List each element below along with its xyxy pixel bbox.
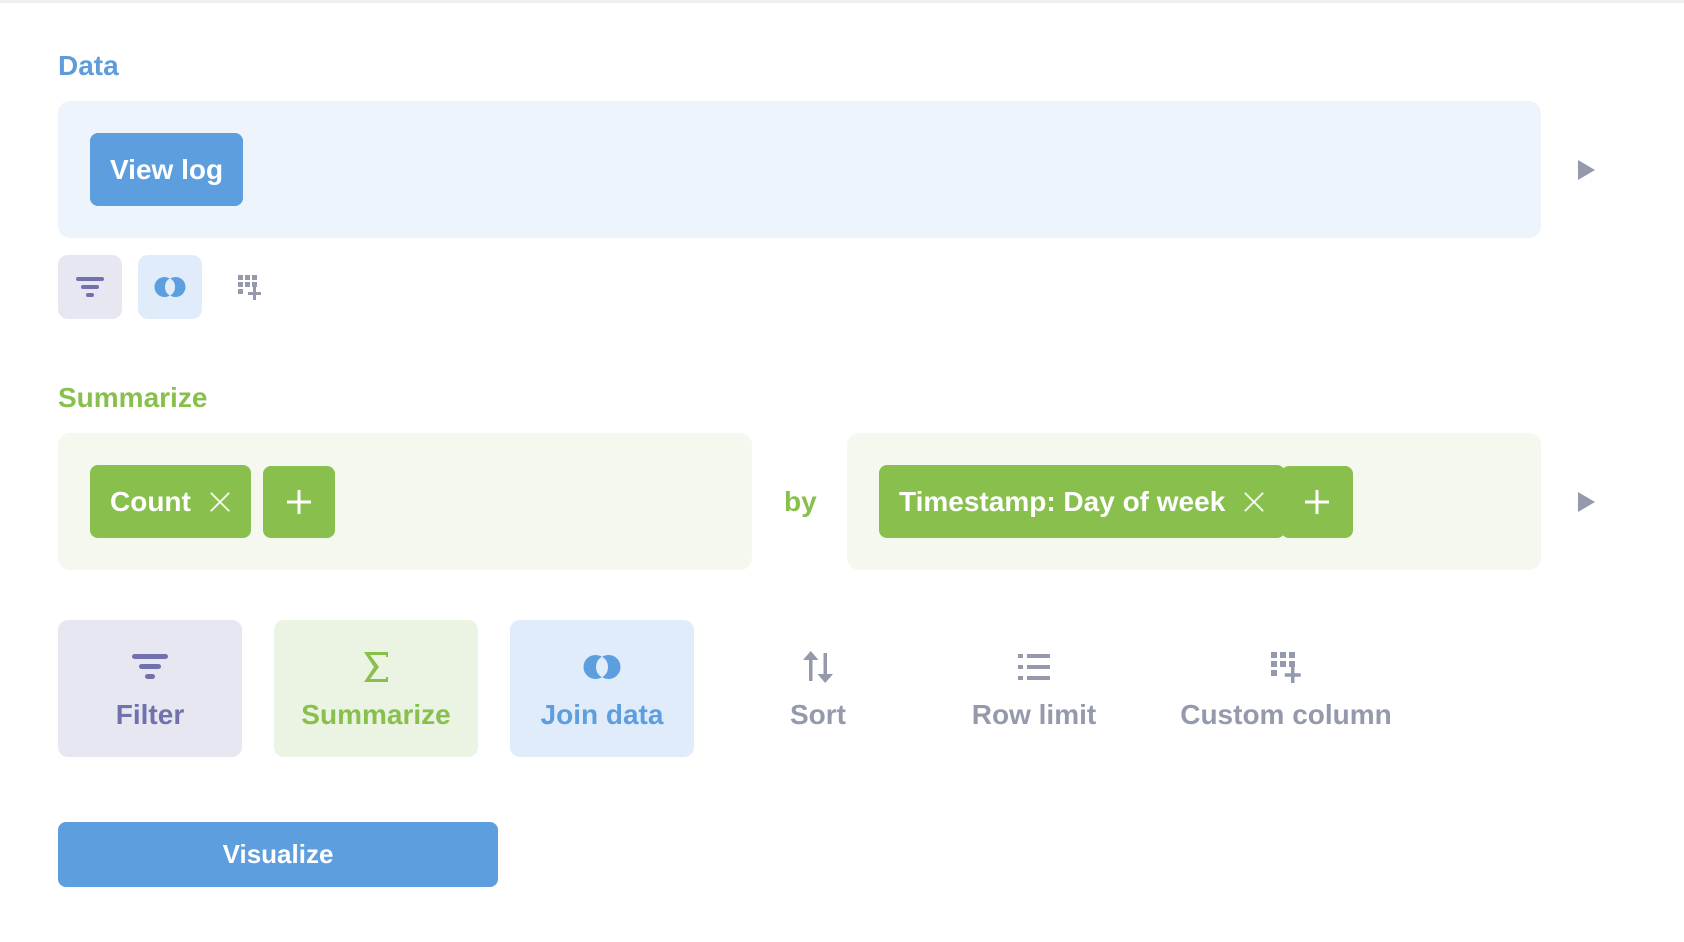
sort-step-button[interactable]: Sort bbox=[752, 620, 884, 757]
count-metric-pill[interactable]: Count bbox=[90, 465, 251, 538]
plus-icon bbox=[287, 490, 311, 514]
metrics-panel: Count bbox=[58, 433, 752, 570]
visualize-label: Visualize bbox=[222, 839, 334, 869]
filter-step-label: Filter bbox=[115, 698, 185, 730]
filter-step-button[interactable]: Filter bbox=[58, 620, 242, 757]
custom-column-step-label: Custom column bbox=[1180, 698, 1392, 730]
summarize-step-label: Summarize bbox=[301, 698, 451, 730]
summarize-step-button[interactable]: Summarize bbox=[274, 620, 478, 757]
join-icon bbox=[583, 654, 621, 679]
add-metric-button[interactable] bbox=[263, 466, 335, 538]
by-label: by bbox=[784, 486, 817, 517]
row-limit-step-label: Row limit bbox=[971, 698, 1097, 730]
breakout-label: Timestamp: Day of week bbox=[899, 485, 1226, 517]
breakout-panel: Timestamp: Day of week bbox=[847, 433, 1541, 570]
plus-icon bbox=[1305, 490, 1329, 514]
custom-column-icon bbox=[238, 275, 261, 300]
data-section-title: Data bbox=[58, 50, 119, 81]
join-step-label: Join data bbox=[540, 698, 664, 730]
preview-summarize-icon[interactable] bbox=[1578, 492, 1595, 512]
add-filter-mini-button[interactable] bbox=[58, 255, 122, 319]
visualize-button[interactable]: Visualize bbox=[58, 822, 498, 887]
breakout-pill[interactable]: Timestamp: Day of week bbox=[879, 465, 1286, 538]
sort-icon bbox=[803, 650, 833, 683]
row-limit-step-button[interactable]: Row limit bbox=[954, 620, 1114, 757]
add-breakout-button[interactable] bbox=[1281, 466, 1353, 538]
data-source-label: View log bbox=[110, 153, 224, 185]
sort-step-label: Sort bbox=[790, 698, 846, 730]
remove-breakout-icon[interactable] bbox=[1243, 491, 1265, 513]
count-metric-label: Count bbox=[110, 485, 191, 517]
join-data-mini-button[interactable] bbox=[138, 255, 202, 319]
join-step-button[interactable]: Join data bbox=[510, 620, 694, 757]
remove-metric-icon[interactable] bbox=[209, 491, 231, 513]
top-divider bbox=[0, 0, 1684, 3]
preview-data-icon[interactable] bbox=[1578, 160, 1595, 180]
filter-icon bbox=[132, 653, 168, 679]
custom-column-step-button[interactable]: Custom column bbox=[1176, 620, 1396, 757]
summarize-section-title: Summarize bbox=[58, 382, 208, 413]
custom-column-icon bbox=[1271, 651, 1301, 683]
join-icon bbox=[154, 277, 186, 297]
filter-icon bbox=[76, 277, 104, 297]
sigma-icon bbox=[364, 651, 388, 682]
custom-column-mini-button[interactable] bbox=[218, 255, 282, 319]
data-source-button[interactable]: View log bbox=[90, 133, 244, 206]
data-step-panel: View log bbox=[58, 101, 1541, 238]
list-icon bbox=[1018, 653, 1050, 680]
